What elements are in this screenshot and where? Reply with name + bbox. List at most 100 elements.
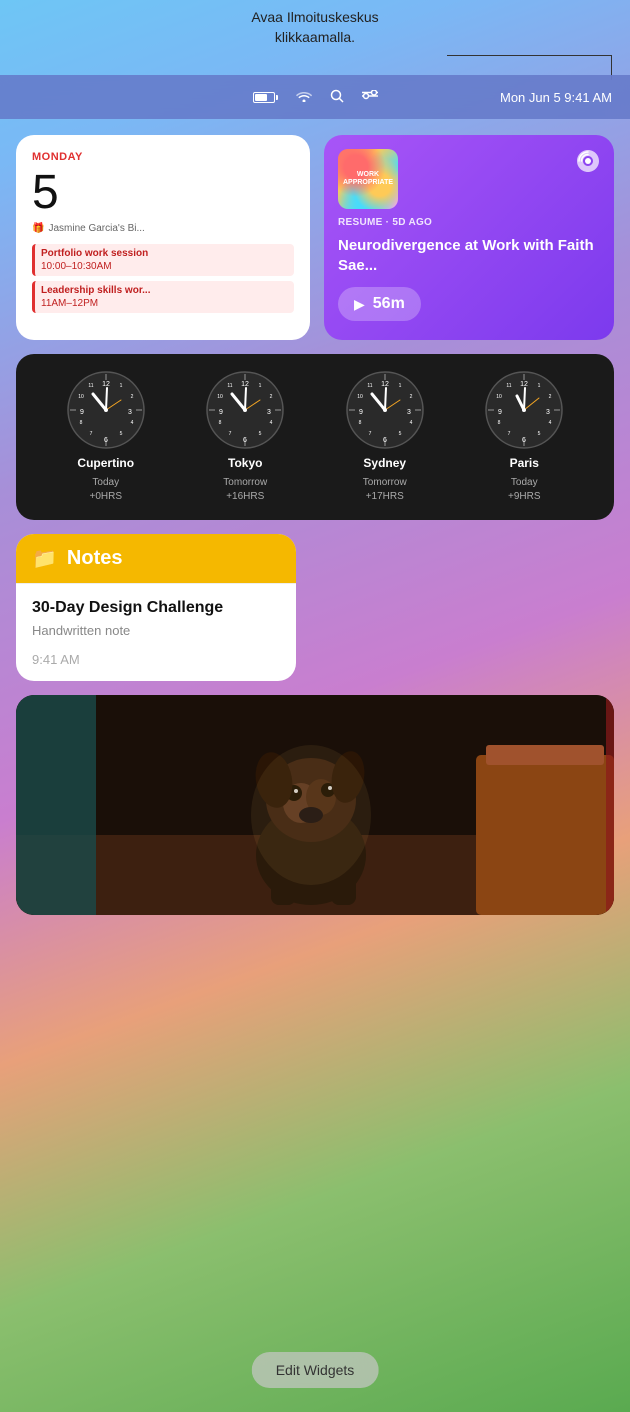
clock-name-cupertino: Cupertino xyxy=(77,456,134,470)
calendar-day: MONDAY xyxy=(32,151,294,163)
svg-text:7: 7 xyxy=(229,431,232,437)
svg-text:7: 7 xyxy=(89,431,92,437)
photo-widget[interactable] xyxy=(16,695,614,915)
svg-text:1: 1 xyxy=(259,383,262,389)
play-icon: ▶ xyxy=(354,296,365,313)
svg-text:5: 5 xyxy=(119,431,122,437)
search-icon[interactable] xyxy=(330,89,344,106)
clock-face-paris: 12 3 6 9 1 2 4 5 7 8 10 11 xyxy=(484,370,564,450)
svg-text:4: 4 xyxy=(130,420,133,426)
podcast-resume-label: RESUME · 5D AGO xyxy=(338,217,600,228)
svg-text:2: 2 xyxy=(270,394,273,400)
clock-paris: 12 3 6 9 1 2 4 5 7 8 10 11 xyxy=(484,370,564,504)
svg-text:12: 12 xyxy=(102,381,110,388)
svg-text:10: 10 xyxy=(496,394,502,400)
svg-text:10: 10 xyxy=(78,394,84,400)
svg-text:5: 5 xyxy=(398,431,401,437)
notes-body: 30-Day Design Challenge Handwritten note… xyxy=(16,583,296,681)
notes-widget[interactable]: 📁 Notes 30-Day Design Challenge Handwrit… xyxy=(16,534,296,681)
clock-info-sydney: Tomorrow +17HRS xyxy=(363,476,407,504)
svg-text:6: 6 xyxy=(243,437,247,444)
svg-text:5: 5 xyxy=(538,431,541,437)
svg-text:6: 6 xyxy=(522,437,526,444)
svg-text:10: 10 xyxy=(217,394,223,400)
clock-face-cupertino: 12 3 6 9 1 2 4 5 7 8 10 11 xyxy=(66,370,146,450)
calendar-birthday: 🎁 Jasmine Garcia's Bi... xyxy=(32,223,294,234)
clock-name-sydney: Sydney xyxy=(363,456,406,470)
calendar-event-1[interactable]: Portfolio work session 10:00–10:30AM xyxy=(32,244,294,276)
svg-text:4: 4 xyxy=(409,420,412,426)
svg-text:11: 11 xyxy=(507,383,512,389)
podcast-artwork: WORK APPROPRIATE xyxy=(338,149,398,209)
svg-text:4: 4 xyxy=(549,420,552,426)
svg-text:8: 8 xyxy=(219,420,222,426)
notes-folder-icon: 📁 xyxy=(32,546,57,571)
clock-name-paris: Paris xyxy=(510,456,539,470)
svg-text:6: 6 xyxy=(383,437,387,444)
svg-text:9: 9 xyxy=(219,409,223,416)
svg-text:7: 7 xyxy=(508,431,511,437)
tooltip-text: Avaa Ilmoituskeskus klikkaamalla. xyxy=(251,8,378,47)
svg-text:3: 3 xyxy=(407,409,411,416)
svg-text:2: 2 xyxy=(549,394,552,400)
calendar-date: 5 xyxy=(32,169,294,217)
calendar-event-2[interactable]: Leadership skills wor... 11AM–12PM xyxy=(32,281,294,313)
podcast-play-button[interactable]: ▶ 56m xyxy=(338,287,421,321)
menubar-datetime: Mon Jun 5 9:41 AM xyxy=(500,90,612,105)
svg-text:1: 1 xyxy=(119,383,122,389)
svg-text:1: 1 xyxy=(398,383,401,389)
svg-text:2: 2 xyxy=(130,394,133,400)
podcast-app-icon xyxy=(576,149,600,179)
row3: 📁 Notes 30-Day Design Challenge Handwrit… xyxy=(16,534,614,681)
clock-info-tokyo: Tomorrow +16HRS xyxy=(223,476,267,504)
svg-text:8: 8 xyxy=(79,420,82,426)
calendar-widget[interactable]: MONDAY 5 🎁 Jasmine Garcia's Bi... Portfo… xyxy=(16,135,310,340)
svg-text:5: 5 xyxy=(259,431,262,437)
main-content: MONDAY 5 🎁 Jasmine Garcia's Bi... Portfo… xyxy=(0,119,630,1412)
control-center-icon[interactable] xyxy=(362,90,378,105)
svg-text:11: 11 xyxy=(228,383,233,389)
calendar-events: Portfolio work session 10:00–10:30AM Lea… xyxy=(32,244,294,313)
notes-note-subtitle: Handwritten note xyxy=(32,623,280,638)
notes-header: 📁 Notes xyxy=(16,534,296,583)
clock-cupertino: 12 3 6 9 1 2 4 5 7 8 10 11 xyxy=(66,370,146,504)
podcast-widget[interactable]: WORK APPROPRIATE RESUME · 5D AGO Neurodi… xyxy=(324,135,614,340)
svg-text:3: 3 xyxy=(128,409,132,416)
menubar: Mon Jun 5 9:41 AM xyxy=(0,75,630,119)
svg-text:8: 8 xyxy=(498,420,501,426)
row1: MONDAY 5 🎁 Jasmine Garcia's Bi... Portfo… xyxy=(16,135,614,340)
svg-text:9: 9 xyxy=(359,409,363,416)
edit-widgets-button[interactable]: Edit Widgets xyxy=(252,1352,379,1388)
svg-text:7: 7 xyxy=(368,431,371,437)
clock-tokyo: 12 3 6 9 1 2 4 5 7 8 10 11 xyxy=(205,370,285,504)
svg-text:4: 4 xyxy=(270,420,273,426)
svg-text:3: 3 xyxy=(267,409,271,416)
clock-face-sydney: 12 3 6 9 1 2 4 5 7 8 10 11 xyxy=(345,370,425,450)
svg-text:9: 9 xyxy=(80,409,84,416)
svg-text:12: 12 xyxy=(520,381,528,388)
svg-text:10: 10 xyxy=(357,394,363,400)
podcast-title: Neurodivergence at Work with Faith Sae..… xyxy=(338,236,600,275)
svg-text:11: 11 xyxy=(88,383,93,389)
notes-note-time: 9:41 AM xyxy=(32,652,280,667)
notes-app-title: Notes xyxy=(67,547,123,570)
svg-text:1: 1 xyxy=(538,383,541,389)
svg-text:6: 6 xyxy=(104,437,108,444)
clock-info-paris: Today +9HRS xyxy=(508,476,541,504)
notes-note-title: 30-Day Design Challenge xyxy=(32,598,280,619)
world-clock-widget[interactable]: 12 3 6 9 1 2 4 5 7 8 10 11 xyxy=(16,354,614,520)
battery-icon[interactable] xyxy=(253,92,278,103)
svg-text:9: 9 xyxy=(498,409,502,416)
svg-text:11: 11 xyxy=(367,383,372,389)
podcast-duration: 56m xyxy=(373,295,405,313)
wifi-icon[interactable] xyxy=(296,89,312,105)
svg-text:8: 8 xyxy=(358,420,361,426)
clock-info-cupertino: Today +0HRS xyxy=(89,476,122,504)
svg-text:3: 3 xyxy=(546,409,550,416)
clock-sydney: 12 3 6 9 1 2 4 5 7 8 10 11 xyxy=(345,370,425,504)
svg-text:2: 2 xyxy=(409,394,412,400)
clock-name-tokyo: Tokyo xyxy=(228,456,262,470)
svg-text:12: 12 xyxy=(381,381,389,388)
podcast-header: WORK APPROPRIATE xyxy=(338,149,600,209)
svg-text:12: 12 xyxy=(241,381,249,388)
